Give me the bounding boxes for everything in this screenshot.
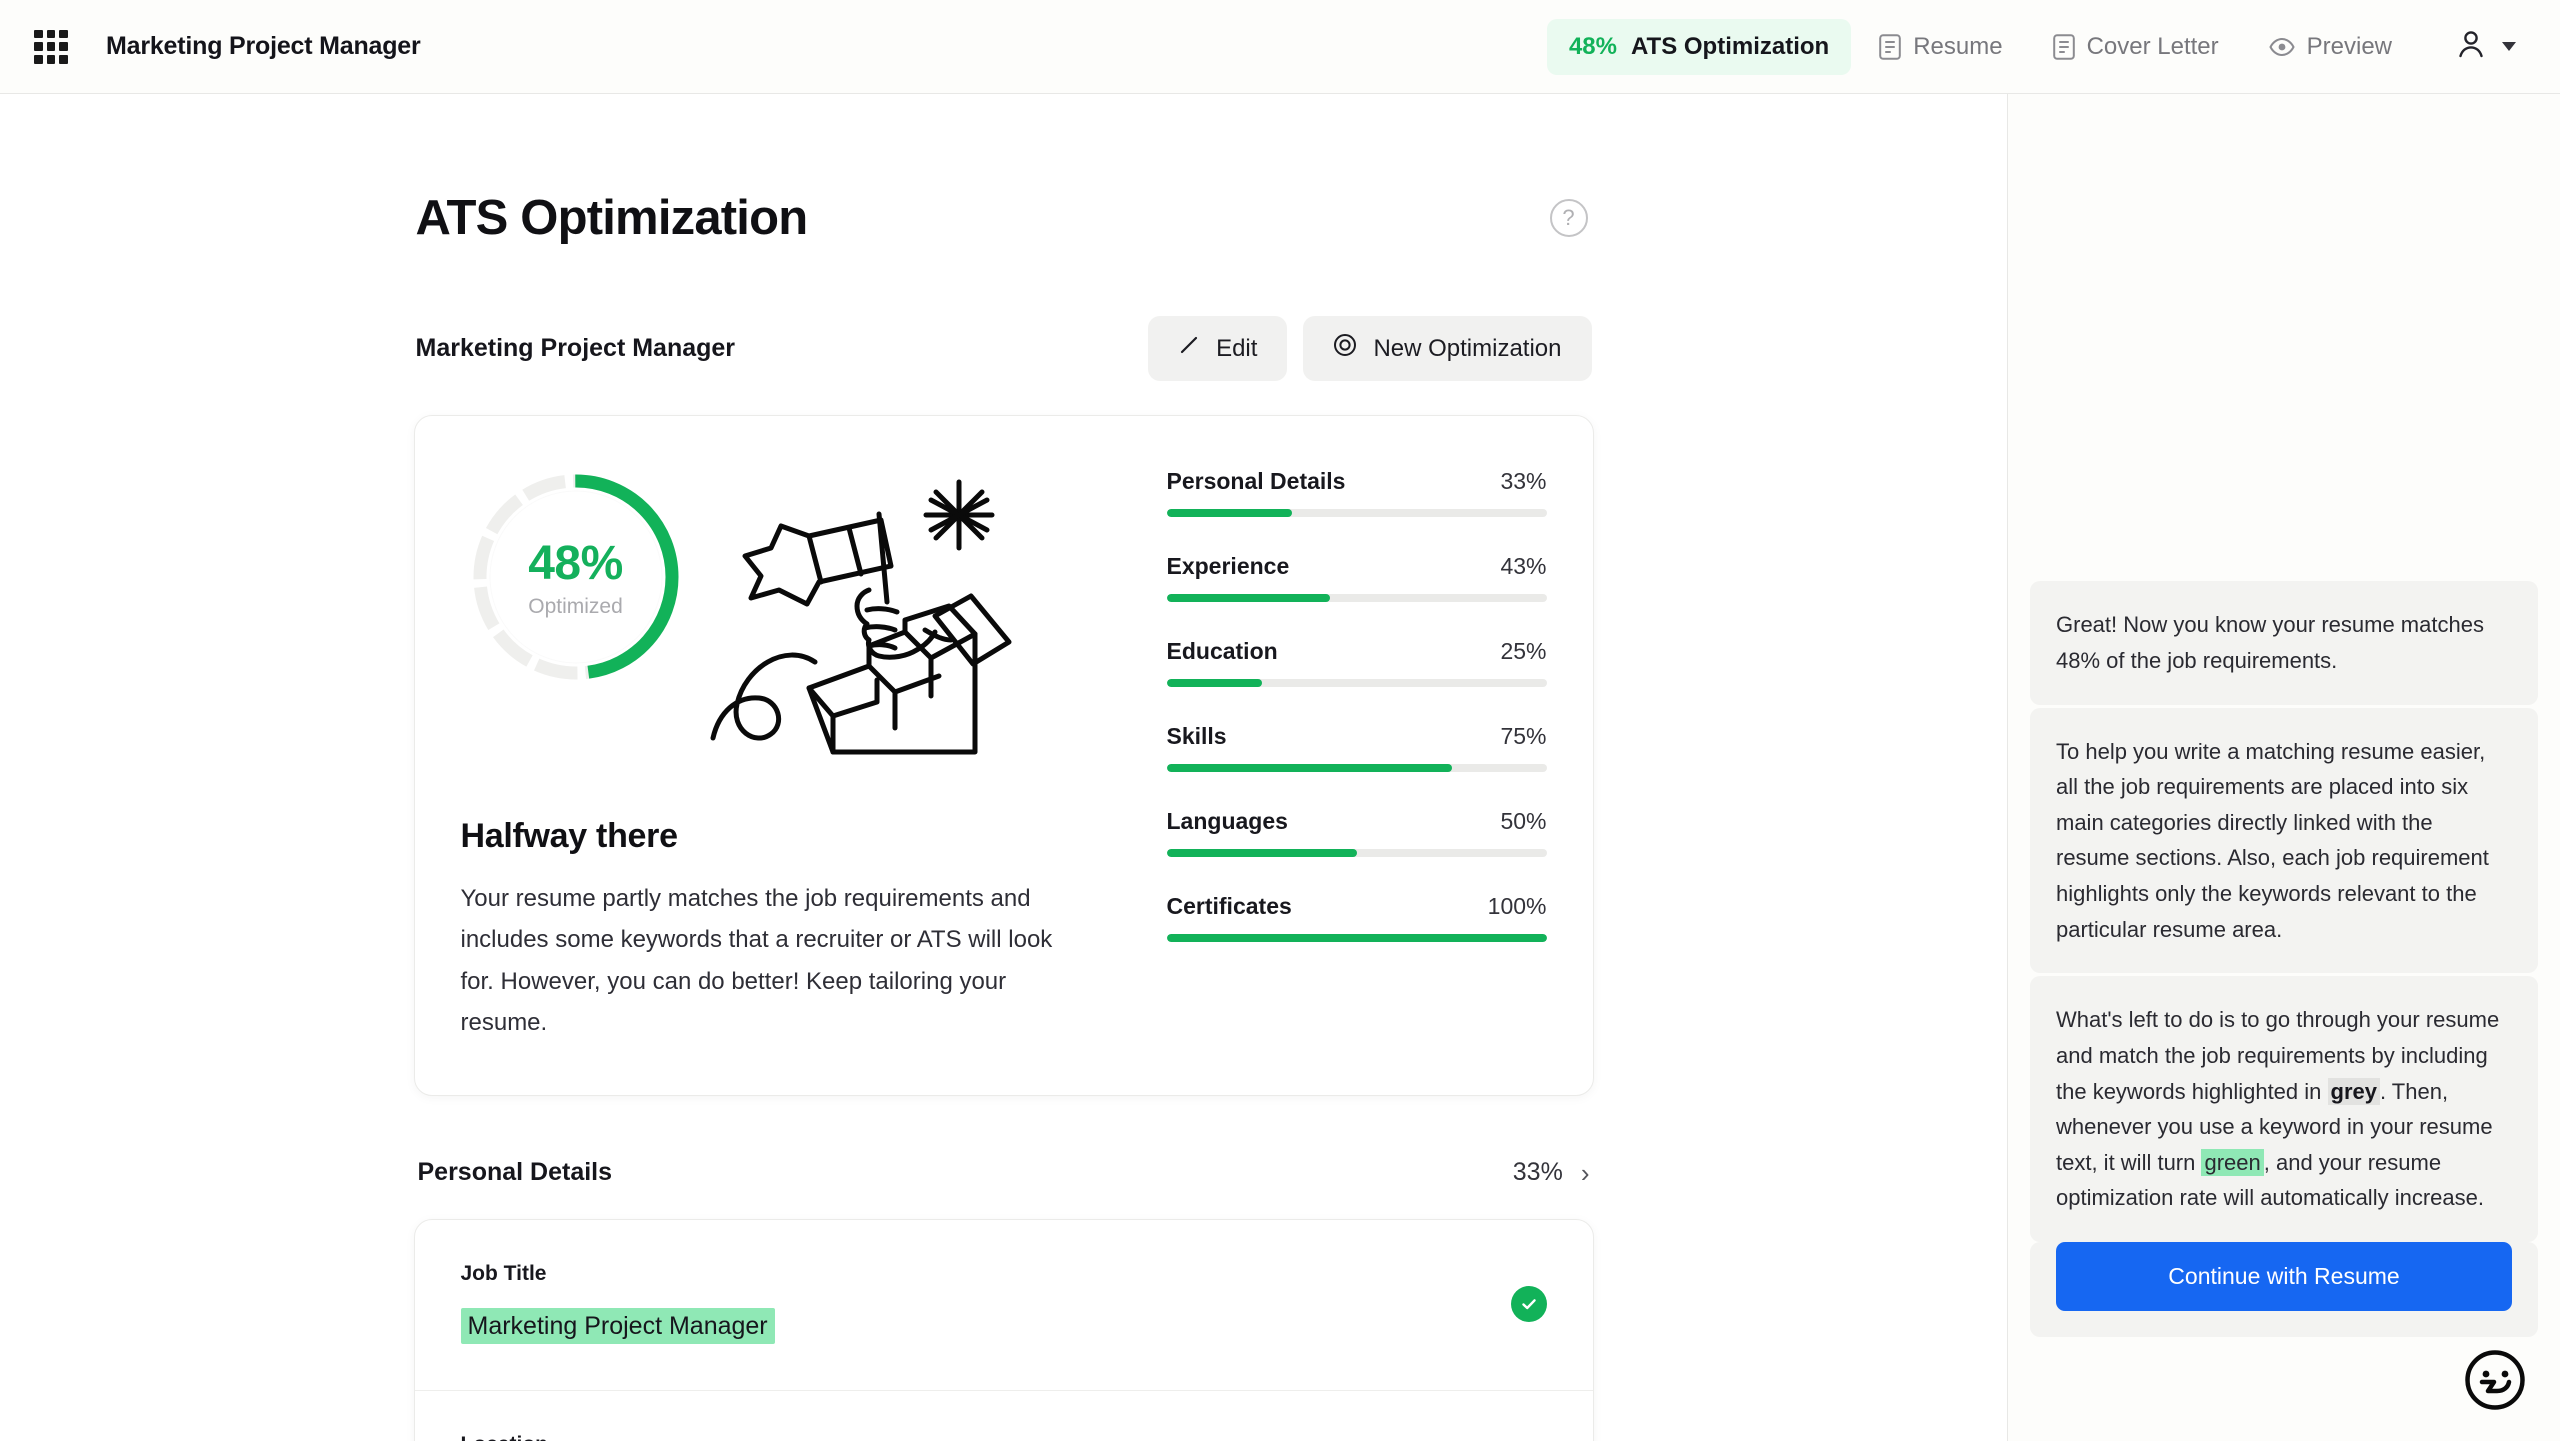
score-summary-left: 48% Optimized Halfway there Your resume … <box>461 454 1121 1043</box>
hero-description: Your resume partly matches the job requi… <box>460 885 1053 1036</box>
score-bar-value: 25% <box>1500 638 1547 664</box>
score-bar-row: Education 25% <box>1166 638 1547 687</box>
section-score-bars: Personal Details 33% Experience 43% Educ… <box>1121 454 1547 1043</box>
score-bar-track <box>1166 509 1547 517</box>
main-content-column: ATS Optimization ? Marketing Project Man… <box>0 94 2008 1441</box>
chevron-right-icon[interactable]: › <box>1581 1160 1590 1186</box>
score-bar-row: Certificates 100% <box>1166 893 1547 942</box>
eye-icon <box>2269 37 2295 57</box>
score-bar-row: Skills 75% <box>1166 723 1547 772</box>
optimization-name: Marketing Project Manager <box>415 334 736 362</box>
user-avatar-icon <box>2454 27 2488 66</box>
score-bar-track <box>1166 764 1547 772</box>
assistant-message: To help you write a matching resume easi… <box>2030 707 2538 974</box>
target-icon <box>1333 333 1357 364</box>
tab-ats-optimization[interactable]: 48% ATS Optimization <box>1546 18 1852 75</box>
requirement-label: Job Title <box>460 1262 547 1286</box>
score-bar-track <box>1166 679 1547 687</box>
assistant-cta-container: Continue with Resume <box>2030 1242 2538 1337</box>
score-bar-label: Education <box>1166 638 1278 664</box>
new-optimization-button-label: New Optimization <box>1373 334 1562 362</box>
score-bar-fill <box>1166 764 1452 772</box>
profile-menu[interactable] <box>2454 27 2516 66</box>
top-nav: 48% ATS Optimization Resume Cover Letter… <box>1546 18 2522 75</box>
edit-button[interactable]: Edit <box>1148 316 1288 381</box>
tab-preview-label: Preview <box>2306 32 2392 60</box>
section-header-personal-details[interactable]: Personal Details 33% › <box>414 1158 1594 1187</box>
score-bar-value: 33% <box>1500 468 1547 494</box>
score-bar-value: 100% <box>1487 893 1547 919</box>
tab-cover-letter[interactable]: Cover Letter <box>2031 19 2241 75</box>
page-title: ATS Optimization <box>415 191 809 245</box>
score-bar-label: Certificates <box>1166 893 1292 919</box>
ats-score-badge: 48% <box>1568 32 1617 60</box>
tab-ats-optimization-label: ATS Optimization <box>1630 32 1830 60</box>
score-bar-fill <box>1166 934 1547 942</box>
score-bar-fill <box>1166 594 1330 602</box>
document-icon <box>1879 33 1902 60</box>
requirement-row-job-title: Job Title Marketing Project Manager <box>414 1220 1593 1391</box>
score-bar-label: Personal Details <box>1166 468 1346 494</box>
tab-resume-label: Resume <box>1913 32 2003 60</box>
score-summary-card: 48% Optimized Halfway there Your resume … <box>413 415 1594 1097</box>
score-bar-value: 50% <box>1500 808 1547 834</box>
pencil-icon <box>1178 334 1200 363</box>
chevron-down-icon <box>2502 42 2516 51</box>
page-header: ATS Optimization ? <box>414 190 1594 246</box>
hero-heading: Halfway there <box>460 817 678 855</box>
assistant-message-stack: Great! Now you know your resume matches … <box>2030 581 2538 1337</box>
score-bar-label: Skills <box>1166 723 1227 749</box>
requirement-label: Location <box>461 1433 1487 1441</box>
score-bar-row: Languages 50% <box>1166 808 1547 857</box>
score-bar-fill <box>1166 509 1292 517</box>
check-circle-icon[interactable] <box>1510 1285 1547 1322</box>
score-bar-value: 43% <box>1500 553 1547 579</box>
score-bar-row: Experience 43% <box>1166 553 1547 602</box>
tab-cover-letter-label: Cover Letter <box>2086 32 2219 60</box>
score-bar-value: 75% <box>1500 723 1547 749</box>
score-bar-fill <box>1166 849 1357 857</box>
question-mark-icon[interactable]: ? <box>1549 199 1588 237</box>
edit-button-label: Edit <box>1216 334 1258 362</box>
top-bar: Marketing Project Manager 48% ATS Optimi… <box>0 0 2560 94</box>
score-bar-label: Languages <box>1166 808 1288 834</box>
tab-resume[interactable]: Resume <box>1857 19 2024 75</box>
document-icon <box>2052 33 2075 60</box>
keyword-green[interactable]: Marketing Project Manager <box>460 1308 775 1345</box>
apps-grid-icon[interactable] <box>34 29 68 64</box>
subheader-row: Marketing Project Manager Edit New Optim… <box>414 316 1594 381</box>
section-score: 33% <box>1512 1158 1563 1187</box>
action-buttons: Edit New Optimization <box>1148 316 1592 381</box>
flag-on-stairs-illustration <box>709 470 1039 765</box>
section-title: Personal Details <box>417 1158 613 1187</box>
tab-preview[interactable]: Preview <box>2247 19 2414 75</box>
score-bar-label: Experience <box>1166 553 1290 579</box>
new-optimization-button[interactable]: New Optimization <box>1303 316 1592 381</box>
app-title: Marketing Project Manager <box>106 32 421 60</box>
content-container: ATS Optimization ? Marketing Project Man… <box>413 94 1594 1441</box>
assistant-message: Great! Now you know your resume matches … <box>2030 581 2538 705</box>
score-bar-track <box>1166 934 1547 942</box>
continue-with-resume-button[interactable]: Continue with Resume <box>2056 1242 2512 1311</box>
highlight-green-word: green <box>2201 1148 2264 1176</box>
score-and-illustration: 48% Optimized <box>461 454 1121 765</box>
requirements-card: Job Title Marketing Project Manager Loca… <box>413 1219 1594 1441</box>
score-bar-row: Personal Details 33% <box>1166 468 1547 517</box>
requirement-value: Marketing Project Manager <box>460 1308 1487 1346</box>
donut-score-caption: Optimized <box>528 594 623 618</box>
assistant-sidebar: Great! Now you know your resume matches … <box>2008 94 2560 1441</box>
donut-score-value: 48% <box>528 536 623 590</box>
requirement-row-location: Location Must be local to the Cupertino,… <box>415 1391 1593 1441</box>
assistant-message: What's left to do is to go through your … <box>2030 976 2538 1242</box>
donut-center-label: 48% Optimized <box>461 462 691 692</box>
score-bar-track <box>1166 849 1547 857</box>
score-bar-track <box>1166 594 1547 602</box>
optimization-donut-chart: 48% Optimized <box>461 462 691 692</box>
score-bar-fill <box>1166 679 1262 687</box>
body-wrapper: ATS Optimization ? Marketing Project Man… <box>0 94 2560 1441</box>
highlight-grey-word: grey <box>2327 1077 2380 1105</box>
smiley-bolt-logo-icon[interactable] <box>2464 1349 2526 1411</box>
